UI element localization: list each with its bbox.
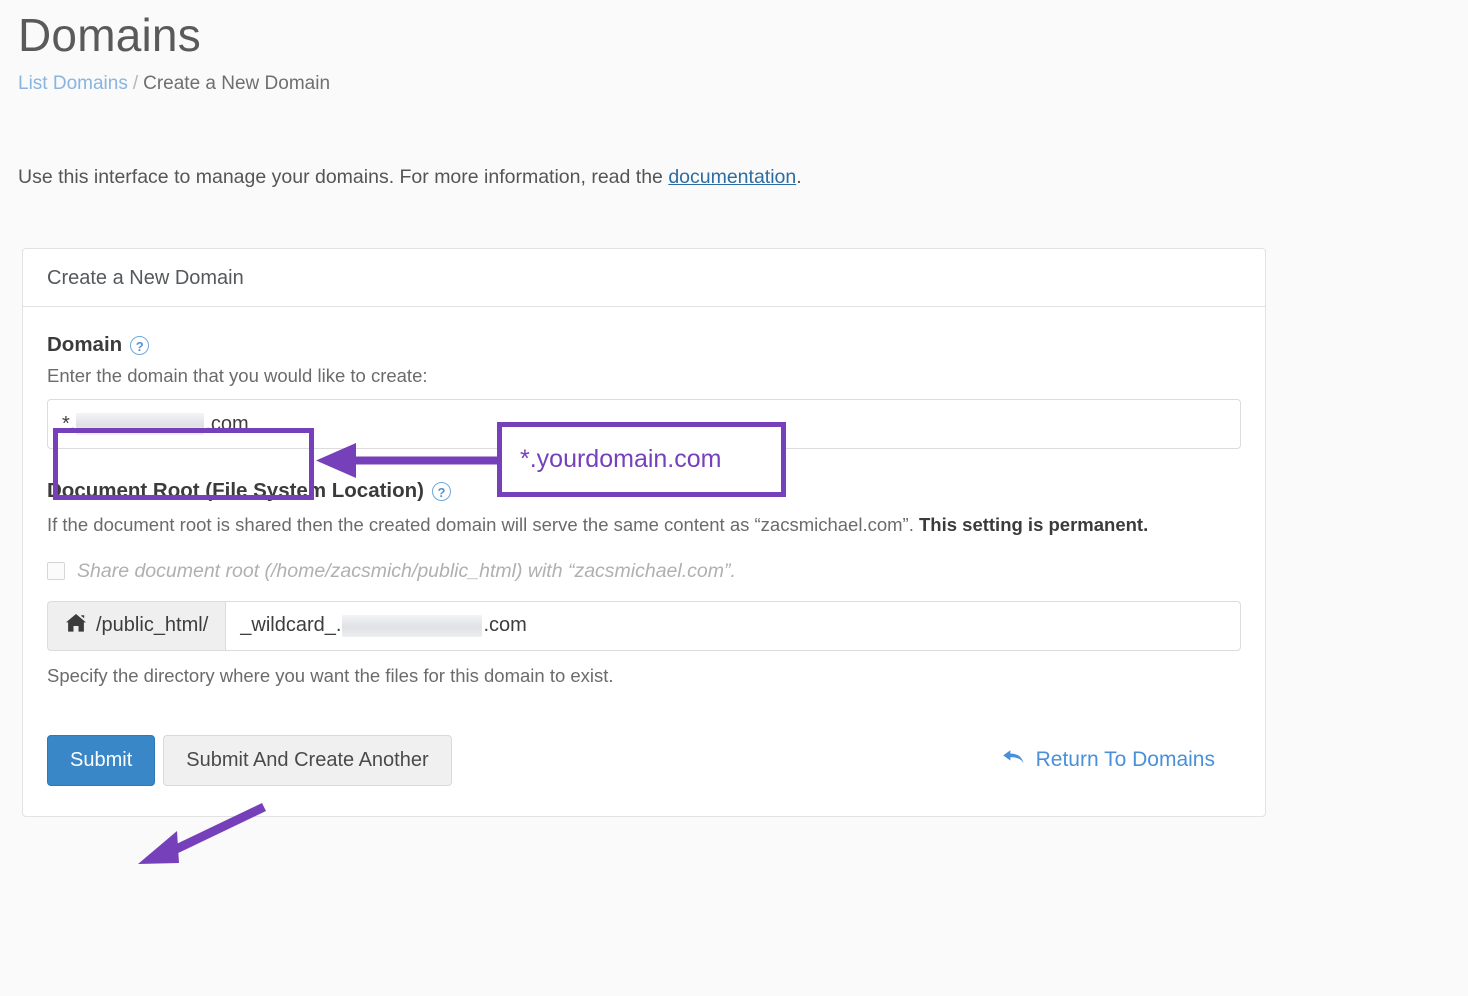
panel-body: Domain ? Enter the domain that you would… <box>23 307 1265 816</box>
panel-heading: Create a New Domain <box>23 249 1265 307</box>
intro-text: Use this interface to manage your domain… <box>18 166 802 189</box>
document-root-input-group: /public_html/ _wildcard_. .com <box>47 600 1241 651</box>
home-icon <box>65 613 87 639</box>
share-document-root-row[interactable]: Share document root (/home/zacsmich/publ… <box>47 560 1241 583</box>
domain-input[interactable]: *. .com <box>47 399 1241 449</box>
form-actions: Submit Submit And Create Another Return … <box>47 734 1241 786</box>
question-circle-icon[interactable]: ? <box>432 481 451 501</box>
document-root-label-text: Document Root (File System Location) <box>47 479 424 502</box>
page-title: Domains <box>18 9 201 61</box>
back-arrow-icon <box>1002 747 1026 773</box>
submit-and-create-another-button[interactable]: Submit And Create Another <box>163 734 452 786</box>
breadcrumb: List Domains / Create a New Domain <box>18 73 1218 95</box>
domain-field-label: Domain ? <box>47 333 1241 357</box>
share-document-root-label: Share document root (/home/zacsmich/publ… <box>77 559 736 582</box>
document-root-input[interactable]: _wildcard_. .com <box>225 600 1241 651</box>
submit-button[interactable]: Submit <box>47 734 156 786</box>
document-root-hint: Specify the directory where you want the… <box>47 664 614 686</box>
document-root-input-redacted-value <box>342 614 483 637</box>
document-root-path-addon: /public_html/ <box>47 600 226 651</box>
domain-field-hint: Enter the domain that you would like to … <box>47 365 428 386</box>
document-root-description: If the document root is shared then the … <box>47 512 1237 538</box>
document-root-path-addon-text: /public_html/ <box>96 614 209 637</box>
documentation-link[interactable]: documentation <box>668 166 796 188</box>
return-to-domains-link[interactable]: Return To Domains <box>1002 747 1241 773</box>
document-root-description-plain: If the document root is shared then the … <box>47 514 919 535</box>
intro-text-before: Use this interface to manage your domain… <box>18 166 669 188</box>
document-root-input-suffix: .com <box>483 614 527 637</box>
create-domain-panel: Create a New Domain Domain ? Enter the d… <box>22 248 1266 817</box>
domain-label-text: Domain <box>47 333 123 356</box>
document-root-label: Document Root (File System Location) ? <box>47 479 1241 503</box>
question-circle-icon[interactable]: ? <box>130 335 150 355</box>
return-to-domains-label: Return To Domains <box>1035 748 1215 772</box>
breadcrumb-link-list-domains[interactable]: List Domains <box>18 73 128 94</box>
domain-input-redacted-value <box>76 413 205 435</box>
domain-input-prefix: *. <box>62 412 76 435</box>
document-root-description-bold: This setting is permanent. <box>918 514 1149 535</box>
breadcrumb-current: Create a New Domain <box>143 72 331 94</box>
breadcrumb-separator: / <box>132 72 139 94</box>
domain-input-suffix: .com <box>205 412 249 435</box>
intro-text-after: . <box>796 166 802 188</box>
share-document-root-checkbox[interactable] <box>47 562 65 581</box>
document-root-input-prefix: _wildcard_. <box>240 614 342 637</box>
page-header: Domains List Domains / Create a New Domain <box>18 10 1218 95</box>
